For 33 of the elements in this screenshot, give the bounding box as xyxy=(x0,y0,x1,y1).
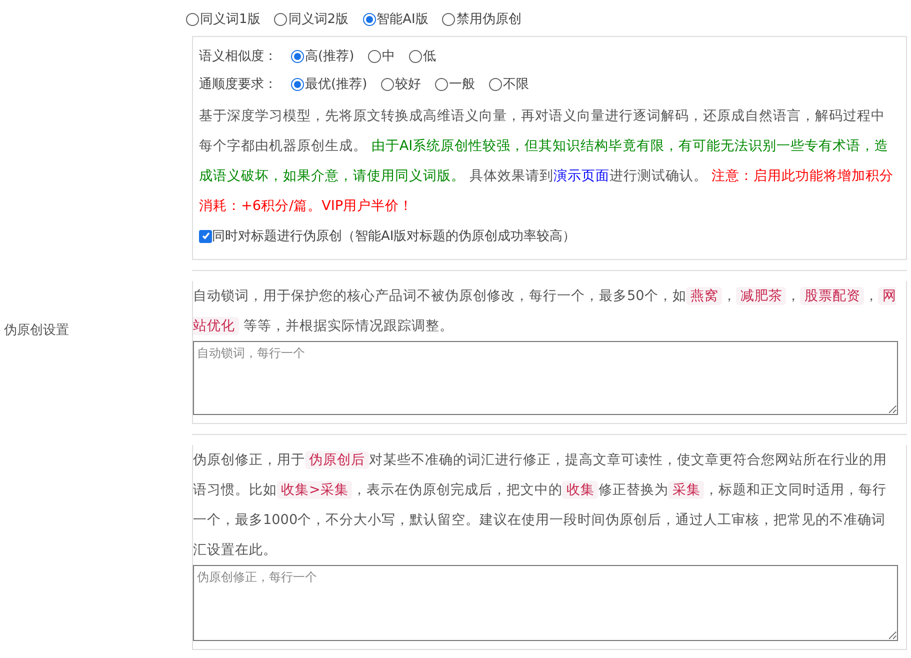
radio-icon[interactable] xyxy=(435,78,448,90)
demo-page-link[interactable]: 演示页面 xyxy=(553,168,610,184)
section-label: 伪原创设置 xyxy=(4,322,69,339)
similarity-radio[interactable]: 高(推荐) xyxy=(291,47,354,65)
mode-radio[interactable]: 同义词1版 xyxy=(186,10,260,28)
lock-words-field[interactable]: 自动锁词，每行一个 xyxy=(193,341,898,415)
correction-field[interactable]: 伪原创修正，每行一个 xyxy=(193,565,898,641)
radio-icon[interactable] xyxy=(291,50,304,62)
checkbox-icon[interactable] xyxy=(199,230,212,242)
radio-icon[interactable] xyxy=(409,50,422,62)
radio-icon[interactable] xyxy=(381,78,394,90)
similarity-radio[interactable]: 中 xyxy=(368,47,396,65)
fluency-radio[interactable]: 一般 xyxy=(435,75,476,93)
mode-radio[interactable]: 禁用伪原创 xyxy=(442,10,522,28)
mode-radio[interactable]: 智能AI版 xyxy=(362,10,428,28)
radio-icon[interactable] xyxy=(274,12,288,26)
similarity-label: 语义相似度： xyxy=(199,48,277,65)
ai-description-text: 基于深度学习模型，先将原文转换成高维语义向量，再对语义向量进行逐词解码，还原成自然语言，解码过程中每个字都由机器原创生成。 由于AI系统原创性较强，但其知识结构毕竟有限，有可能无法识别一些专有术语，造成语义破坏，如果介意，请使用同义词版。 具体效果请到演示页面进行测试确认。 注意：启用此功能将增加积分消耗：+6积分/篇。VIP用户半价！ xyxy=(199,107,895,216)
fluency-radio[interactable]: 较好 xyxy=(381,75,422,93)
radio-icon[interactable] xyxy=(489,78,502,90)
radio-icon[interactable] xyxy=(368,50,382,62)
mode-radio[interactable]: 同义词2版 xyxy=(274,10,349,28)
lock-words-description: 自动锁词，用于保护您的核心产品词不被伪原创修改，每行一个，最多50个，如 燕窝 ， 减肥茶 ， 股票配资 ， 网站优化 等等，并根据实际情况跟踪调整。 xyxy=(193,286,898,337)
similarity-radio[interactable]: 低 xyxy=(409,47,436,65)
radio-icon[interactable] xyxy=(442,12,456,26)
radio-icon[interactable] xyxy=(362,12,376,26)
title-option-label[interactable]: 同时对标题进行伪原创（智能AI版对标题的伪原创成功率较高） xyxy=(212,227,576,245)
radio-icon[interactable] xyxy=(291,78,304,90)
fluency-label: 通顺度要求： xyxy=(199,76,277,93)
radio-icon[interactable] xyxy=(186,12,199,26)
fluency-radio[interactable]: 最优(推荐) xyxy=(291,75,368,93)
correction-description: 伪原创修正，用于 伪原创后 对某些不准确的词汇进行修正，提高文章可读性，使文章更符合您网站所在行业的用语习惯。比如 收集>采集 ，表示在伪原创完成后，把文中的 收集 修正替换为 采集 ，标题和正文同时适用，每行一个，最多1000个，不分大小写，默认留空。建议在使用一段时间伪原创后，通过人工审核，把常见的不准确词汇设置在此。 xyxy=(193,450,888,560)
fluency-radio[interactable]: 不限 xyxy=(489,75,530,93)
